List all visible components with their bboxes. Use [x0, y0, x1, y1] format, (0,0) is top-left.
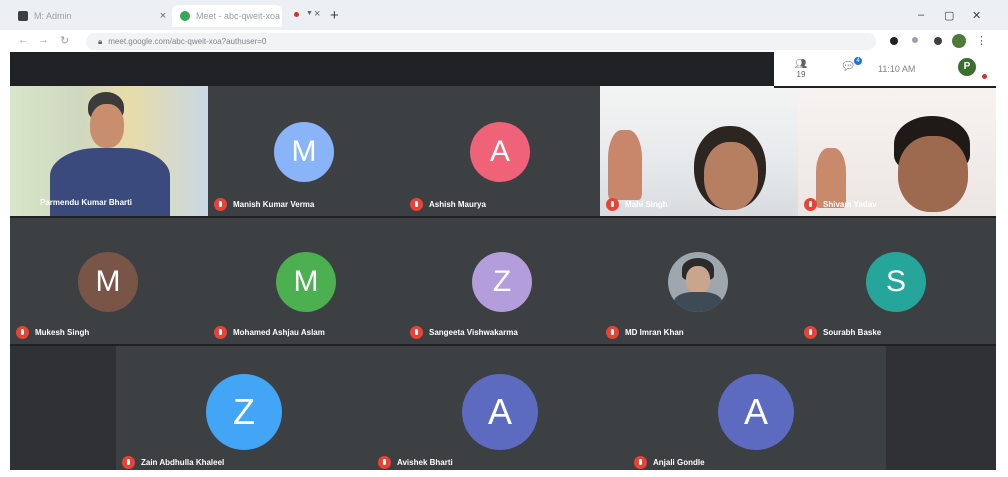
screen: M: Admin × Meet - abc-qweit-xoa ▼ × + – …	[0, 0, 1008, 477]
participant-name: Ashish Maurya	[410, 198, 486, 211]
face-shape	[686, 266, 710, 294]
participant-avatar: M	[276, 252, 336, 312]
mic-muted-icon	[606, 198, 619, 211]
people-icon: 👥︎	[794, 59, 808, 70]
participant-tile[interactable]: Mahi Singh	[600, 86, 798, 216]
participant-avatar: A	[718, 374, 794, 450]
face-shape	[898, 136, 968, 212]
participant-avatar: M	[78, 252, 138, 312]
admin-favicon-icon	[18, 11, 28, 21]
participant-name: Mahi Singh	[606, 198, 668, 211]
more-menu-icon[interactable]: ⋮	[976, 34, 987, 47]
browser-tab-bar: M: Admin × Meet - abc-qweit-xoa ▼ × + – …	[0, 0, 1008, 30]
user-avatar[interactable]: P	[958, 58, 976, 76]
participant-avatar: Z	[206, 374, 282, 450]
minimize-icon[interactable]: –	[918, 9, 924, 21]
raised-hand-shape	[608, 130, 642, 200]
participant-tile[interactable]: Z Zain Abdhulla Khaleel	[116, 346, 372, 470]
reload-icon[interactable]: ↻	[60, 34, 69, 47]
participant-avatar: S	[866, 252, 926, 312]
audio-indicator-icon: ▼	[306, 10, 313, 17]
mic-muted-icon	[606, 326, 619, 339]
clock-time: 11:10 AM	[878, 64, 916, 74]
mic-muted-icon	[804, 326, 817, 339]
url-field[interactable]: 🔒︎ meet.google.com/abc-qweit-xoa?authuser…	[86, 33, 876, 50]
mic-muted-icon	[634, 456, 647, 469]
participant-tile[interactable]: A Anjali Gondle	[628, 346, 886, 470]
mic-muted-icon	[214, 198, 227, 211]
mic-muted-icon	[410, 326, 423, 339]
mic-muted-icon	[122, 456, 135, 469]
participant-name: Anjali Gondle	[634, 456, 705, 469]
lock-icon: 🔒︎	[98, 37, 103, 46]
participant-tile[interactable]: Shivam Yadav	[798, 86, 996, 216]
extension-icon[interactable]	[912, 37, 918, 43]
browser-tab-meet[interactable]: Meet - abc-qweit-xoa	[172, 5, 282, 27]
profile-avatar[interactable]	[952, 34, 966, 48]
mic-muted-icon	[16, 326, 29, 339]
recording-dot-icon	[294, 12, 299, 17]
camera-indicator-icon[interactable]	[890, 37, 898, 45]
participant-name: Avishek Bharti	[378, 456, 453, 469]
meet-top-toolbar: 👥︎ 19 💬︎ 4 11:10 AM P	[774, 52, 996, 88]
participant-name: Mukesh Singh	[16, 326, 89, 339]
participant-name: Shivam Yadav	[804, 198, 877, 211]
browser-tab-admin[interactable]: M: Admin ×	[10, 5, 170, 27]
browser-address-bar: ← → ↻ 🔒︎ meet.google.com/abc-qweit-xoa?au…	[0, 30, 1008, 54]
participant-name: Parmendu Kumar Bharti	[40, 198, 133, 207]
shirt-shape	[674, 292, 722, 312]
participant-avatar: M	[274, 122, 334, 182]
participant-tile[interactable]: M Mohamed Ashjau Aslam	[208, 218, 404, 344]
close-icon[interactable]: ×	[314, 8, 320, 20]
back-icon[interactable]: ←	[18, 34, 29, 46]
meet-favicon-icon	[180, 11, 190, 21]
chat-badge: 4	[854, 57, 862, 65]
participant-tile[interactable]: Parmendu Kumar Bharti	[10, 86, 208, 216]
participant-name: Mohamed Ashjau Aslam	[214, 326, 325, 339]
mic-muted-icon	[982, 74, 987, 79]
forward-icon[interactable]: →	[38, 34, 49, 46]
mic-muted-icon	[410, 198, 423, 211]
participant-tile[interactable]: M Manish Kumar Verma	[208, 86, 404, 216]
participant-photo	[668, 252, 728, 312]
participant-tile[interactable]: M Mukesh Singh	[10, 218, 208, 344]
participant-tile[interactable]: A Avishek Bharti	[372, 346, 628, 470]
people-button[interactable]: 👥︎ 19	[788, 59, 814, 79]
mic-muted-icon	[214, 326, 227, 339]
new-tab-icon[interactable]: +	[330, 7, 339, 24]
participant-name: Sangeeta Vishwakarma	[410, 326, 518, 339]
maximize-icon[interactable]: ▢	[944, 9, 954, 22]
mic-muted-icon	[378, 456, 391, 469]
participant-name: MD Imran Khan	[606, 326, 684, 339]
participant-tile[interactable]: Z Sangeeta Vishwakarma	[404, 218, 600, 344]
participant-avatar: Z	[472, 252, 532, 312]
participant-name: Sourabh Baske	[804, 326, 881, 339]
participant-tile[interactable]: A Ashish Maurya	[404, 86, 600, 216]
close-icon[interactable]: ×	[156, 10, 170, 22]
participant-name: Zain Abdhulla Khaleel	[122, 456, 224, 469]
puzzle-icon[interactable]	[934, 37, 942, 45]
meet-grid: Parmendu Kumar Bharti M Manish Kumar Ver…	[10, 52, 996, 470]
participant-tile[interactable]: MD Imran Khan	[600, 218, 798, 344]
mic-muted-icon	[804, 198, 817, 211]
participant-avatar: A	[470, 122, 530, 182]
face-shape	[704, 142, 758, 210]
grid-filler	[10, 346, 116, 470]
participant-tile[interactable]: S Sourabh Baske	[798, 218, 996, 344]
grid-filler	[886, 346, 996, 470]
face-shape	[90, 104, 124, 148]
participant-name: Manish Kumar Verma	[214, 198, 314, 211]
participant-avatar: A	[462, 374, 538, 450]
window-close-icon[interactable]: ✕	[972, 9, 981, 22]
